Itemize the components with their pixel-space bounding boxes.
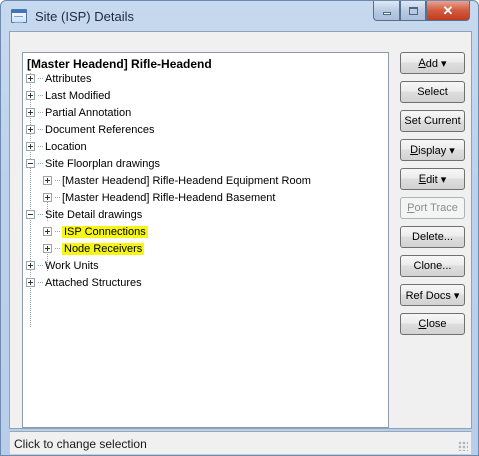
details-tree[interactable]: [Master Headend] Rifle-Headend Attribute… xyxy=(22,52,389,428)
expand-icon[interactable] xyxy=(26,73,35,83)
tree-item-site-floorplan-drawings[interactable]: Site Floorplan drawings xyxy=(26,157,160,172)
status-text: Click to change selection xyxy=(14,437,147,451)
tree-item-document-references[interactable]: Document References xyxy=(26,123,154,138)
tree-item-isp-connections[interactable]: ISP Connections xyxy=(43,225,148,240)
tree-item-basement[interactable]: [Master Headend] Rifle-Headend Basement xyxy=(43,191,275,206)
expand-icon[interactable] xyxy=(43,243,52,253)
clone-button[interactable]: Clone... xyxy=(400,255,465,277)
expand-icon[interactable] xyxy=(43,192,52,202)
set-current-button[interactable]: Set Current xyxy=(400,110,465,132)
delete-button[interactable]: Delete... xyxy=(400,226,465,248)
site-details-window: Site (ISP) Details ✕ [Master Headend] Ri… xyxy=(0,0,479,456)
minimize-button[interactable] xyxy=(373,1,400,21)
expand-icon[interactable] xyxy=(43,175,52,185)
collapse-icon[interactable] xyxy=(26,209,35,219)
tree-root[interactable]: [Master Headend] Rifle-Headend xyxy=(27,56,212,72)
add-button[interactable]: Add ▾ xyxy=(400,52,465,74)
expand-icon[interactable] xyxy=(26,277,35,287)
tree-item-site-detail-drawings[interactable]: Site Detail drawings xyxy=(26,208,142,223)
close-window-button[interactable]: ✕ xyxy=(426,1,470,21)
expand-icon[interactable] xyxy=(43,226,52,236)
window-icon xyxy=(11,9,27,23)
maximize-button[interactable] xyxy=(400,1,426,21)
port-trace-button[interactable]: Port Trace xyxy=(400,197,465,219)
collapse-icon[interactable] xyxy=(26,158,35,168)
tree-item-work-units[interactable]: Work Units xyxy=(26,259,99,274)
dialog-client-area: [Master Headend] Rifle-Headend Attribute… xyxy=(9,31,472,429)
title-bar[interactable]: Site (ISP) Details ✕ xyxy=(1,1,478,31)
maximize-icon xyxy=(408,6,418,15)
expand-icon[interactable] xyxy=(26,107,35,117)
minimize-icon xyxy=(382,12,391,15)
tree-item-node-receivers[interactable]: Node Receivers xyxy=(43,242,145,257)
close-button[interactable]: Close xyxy=(400,313,465,335)
close-icon: ✕ xyxy=(442,2,454,18)
tree-item-partial-annotation[interactable]: Partial Annotation xyxy=(26,106,131,121)
edit-button[interactable]: Edit ▾ xyxy=(400,168,465,190)
tree-item-equipment-room[interactable]: [Master Headend] Rifle-Headend Equipment… xyxy=(43,174,311,189)
window-title: Site (ISP) Details xyxy=(35,9,134,24)
resize-grip-icon[interactable] xyxy=(458,441,468,451)
ref-docs-button[interactable]: Ref Docs ▾ xyxy=(400,284,465,306)
expand-icon[interactable] xyxy=(26,124,35,134)
expand-icon[interactable] xyxy=(26,141,35,151)
expand-icon[interactable] xyxy=(26,90,35,100)
tree-item-attributes[interactable]: Attributes xyxy=(26,72,91,87)
select-button[interactable]: Select xyxy=(400,81,465,103)
display-button[interactable]: Display ▾ xyxy=(400,139,465,161)
tree-item-last-modified[interactable]: Last Modified xyxy=(26,89,110,104)
expand-icon[interactable] xyxy=(26,260,35,270)
tree-item-location[interactable]: Location xyxy=(26,140,87,155)
tree-item-attached-structures[interactable]: Attached Structures xyxy=(26,276,142,291)
caption-buttons: ✕ xyxy=(373,1,470,21)
status-bar: Click to change selection xyxy=(9,431,472,455)
